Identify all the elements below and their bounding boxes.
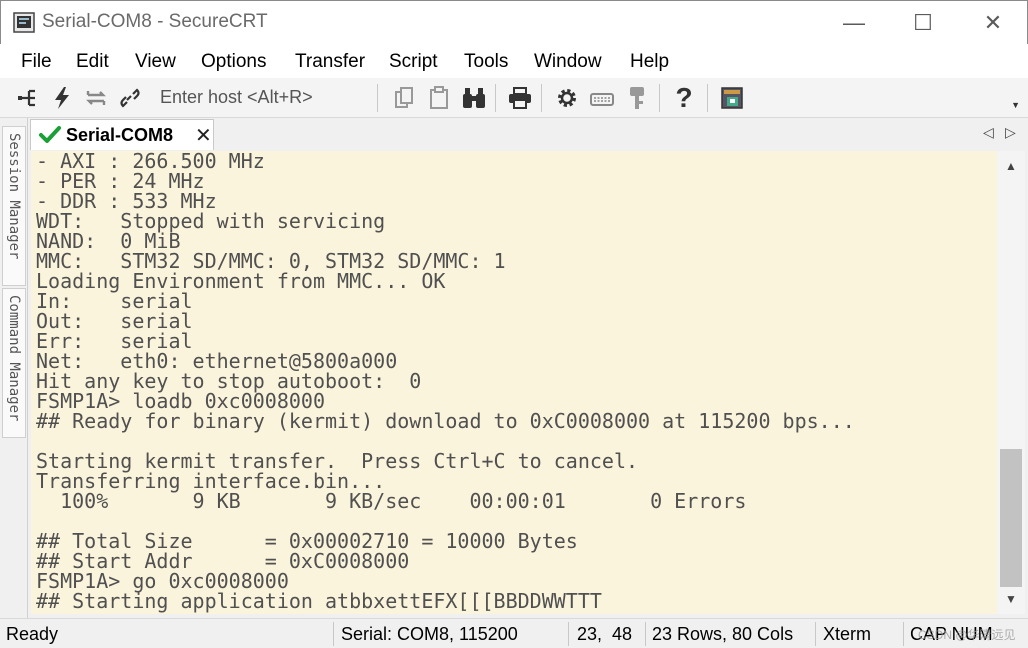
securecrt-app-icon[interactable] <box>13 12 35 33</box>
terminal-line: MMC: STM32 SD/MMC: 0, STM32 SD/MMC: 1 <box>36 249 506 273</box>
status-terminal-size: 23 Rows, 80 Cols <box>652 624 794 644</box>
toolbar-separator <box>707 84 708 112</box>
side-dock: Session Manager Command Manager <box>0 118 28 618</box>
terminal-line: Net: eth0: ethernet@5800a000 <box>36 349 398 373</box>
menu-help[interactable]: Help <box>630 51 669 73</box>
maximize-button[interactable]: ☐ <box>898 1 948 45</box>
tab-next-icon[interactable]: ▷ <box>1005 124 1016 141</box>
status-cursor-position: 23, 48 <box>577 624 633 644</box>
toolbar-separator <box>659 84 660 112</box>
terminal-line: Out: serial <box>36 309 193 333</box>
keymap-icon[interactable] <box>588 84 616 112</box>
toolbar: Enter host <Alt+R> ? ▼ <box>0 78 1028 118</box>
print-icon[interactable] <box>506 84 534 112</box>
terminal-line: ## Start Addr = 0xC0008000 <box>36 549 410 573</box>
menu-view[interactable]: View <box>135 51 176 73</box>
scroll-up-icon[interactable]: ▲ <box>997 155 1025 177</box>
vertical-scrollbar[interactable]: ▲ ▼ <box>997 151 1025 614</box>
watermark: CSDN @华清远见 <box>918 628 1016 642</box>
terminal-line: ## Total Size = 0x00002710 = 10000 Bytes <box>36 529 578 553</box>
menu-tools[interactable]: Tools <box>464 51 508 73</box>
terminal-line: - AXI : 266.500 MHz <box>36 151 265 173</box>
toolbar-separator <box>541 84 542 112</box>
terminal-line: Starting kermit transfer. Press Ctrl+C t… <box>36 449 639 473</box>
status-divider <box>645 622 646 646</box>
terminal-line: Loading Environment from MMC... OK <box>36 269 446 293</box>
command-manager-label: Command Manager <box>6 295 22 422</box>
terminal-line: NAND: 0 MiB <box>36 229 181 253</box>
sftp-icon[interactable] <box>718 84 746 112</box>
status-divider <box>903 622 904 646</box>
tab-label: Serial-COM8 <box>66 125 174 145</box>
terminal-line: ## Ready for binary (kermit) download to… <box>36 409 855 433</box>
menu-script[interactable]: Script <box>389 51 438 73</box>
scroll-down-icon[interactable]: ▼ <box>997 588 1025 610</box>
terminal-line: WDT: Stopped with servicing <box>36 209 386 233</box>
status-divider <box>815 622 816 646</box>
disconnect-icon[interactable] <box>116 84 144 112</box>
terminal-line: Err: serial <box>36 329 193 353</box>
terminal-line: Transferring interface.bin... <box>36 469 386 493</box>
settings-icon[interactable] <box>553 84 581 112</box>
scroll-thumb[interactable] <box>1000 449 1022 587</box>
menu-options[interactable]: Options <box>201 51 266 73</box>
status-connection: Serial: COM8, 115200 <box>341 624 518 644</box>
minimize-button[interactable]: — <box>829 1 879 45</box>
quick-connect-icon[interactable] <box>48 84 76 112</box>
command-manager-tab[interactable]: Command Manager <box>2 288 26 438</box>
menu-file[interactable]: File <box>21 51 52 73</box>
key-agent-icon[interactable] <box>623 84 651 112</box>
reconnect-icon[interactable] <box>82 84 110 112</box>
tab-strip: Serial-COM8 ✕ ◁ ▷ <box>28 118 1028 150</box>
find-icon[interactable] <box>460 84 488 112</box>
connected-check-icon <box>39 125 61 150</box>
terminal-view[interactable]: - AXI : 266.500 MHz - PER : 24 MHz - DDR… <box>31 151 997 614</box>
status-divider <box>333 622 334 646</box>
host-input[interactable]: Enter host <Alt+R> <box>160 87 313 108</box>
menu-edit[interactable]: Edit <box>76 51 109 73</box>
terminal-line: - DDR : 533 MHz <box>36 189 217 213</box>
toolbar-separator <box>377 84 378 112</box>
status-ready: Ready <box>6 624 59 644</box>
toolbar-overflow-icon[interactable]: ▼ <box>1011 100 1020 110</box>
status-bar: Ready Serial: COM8, 115200 23, 48 23 Row… <box>0 618 1028 648</box>
copy-icon[interactable] <box>390 84 418 112</box>
tab-serial-com8[interactable]: Serial-COM8 ✕ <box>30 119 214 150</box>
terminal-line: FSMP1A> go 0xc0008000 <box>36 569 289 593</box>
session-manager-label: Session Manager <box>6 133 22 260</box>
close-button[interactable]: ✕ <box>968 1 1018 45</box>
terminal-line: ## Starting application atbbxettEFX[[[BB… <box>36 589 602 613</box>
terminal-line: FSMP1A> loadb 0xc0008000 <box>36 389 325 413</box>
status-divider <box>568 622 569 646</box>
terminal-line: In: serial <box>36 289 193 313</box>
window-title: Serial-COM8 - SecureCRT <box>42 11 268 32</box>
terminal-line: 100% 9 KB 9 KB/sec 00:00:01 0 Errors <box>36 489 747 513</box>
menu-window[interactable]: Window <box>534 51 602 73</box>
paste-icon[interactable] <box>425 84 453 112</box>
terminal-line: - PER : 24 MHz <box>36 169 205 193</box>
session-manager-tab[interactable]: Session Manager <box>2 126 26 286</box>
status-emulation: Xterm <box>823 624 872 644</box>
help-icon[interactable]: ? <box>670 82 698 113</box>
title-bar: Serial-COM8 - SecureCRT — ☐ ✕ <box>0 0 1028 44</box>
tab-prev-icon[interactable]: ◁ <box>983 124 994 141</box>
menu-bar: File Edit View Options Transfer Script T… <box>0 44 1028 78</box>
connect-bar-icon[interactable] <box>14 84 42 112</box>
toolbar-separator <box>495 84 496 112</box>
terminal-line: Hit any key to stop autoboot: 0 <box>36 369 422 393</box>
menu-transfer[interactable]: Transfer <box>295 51 365 73</box>
tab-close-icon[interactable]: ✕ <box>195 123 212 148</box>
